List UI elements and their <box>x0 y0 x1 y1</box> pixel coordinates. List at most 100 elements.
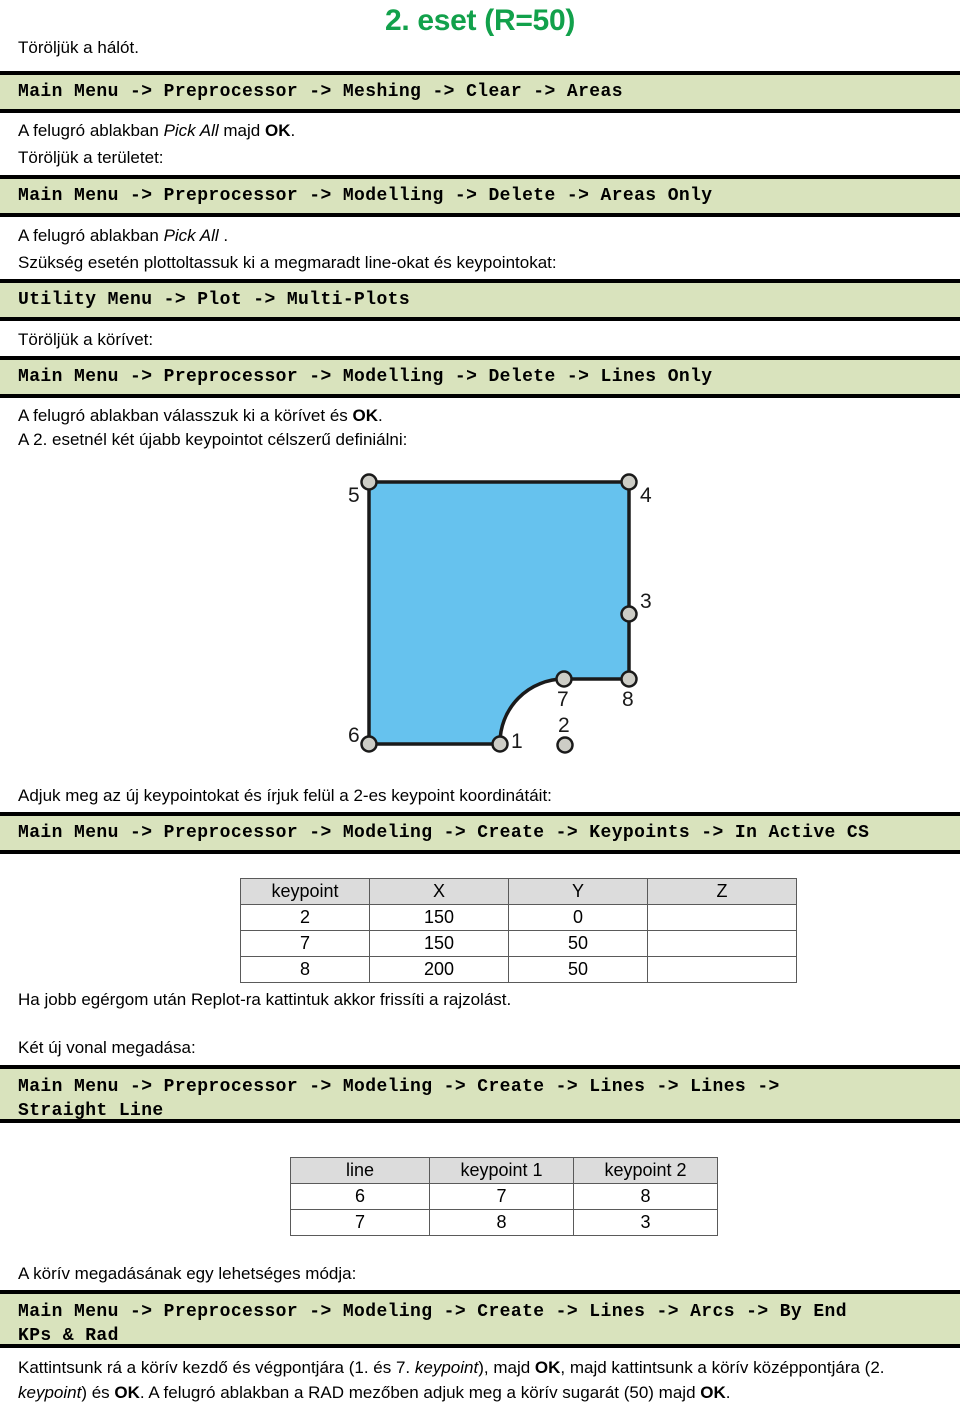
geometry-svg: 1 2 3 4 5 6 7 8 <box>348 473 652 754</box>
keypoint-5 <box>360 473 378 491</box>
keypoint-table-header-y: Y <box>508 878 648 905</box>
text-pick-all-ok-part1: A felugró ablakban <box>18 121 164 140</box>
page-title: 2. eset (R=50) <box>384 4 576 37</box>
text-pick-all-ok-em: Pick All <box>163 121 219 140</box>
command-path-clear-areas: Main Menu -> Preprocessor -> Meshing -> … <box>0 71 960 113</box>
command-path-create-arcs-text-line1: Main Menu -> Preprocessor -> Modeling ->… <box>18 1302 847 1322</box>
keypoint-table-cell: 8 <box>240 956 370 983</box>
command-path-create-arcs-text-line2: KPs & Rad <box>18 1326 119 1346</box>
text-select-arc-strong: OK <box>352 406 379 425</box>
text-select-arc-ok: A felugró ablakban válasszuk ki a köríve… <box>18 404 383 427</box>
table-row: 2 150 0 <box>240 904 797 931</box>
command-path-delete-areas-only: Main Menu -> Preprocessor -> Modelling -… <box>0 175 960 217</box>
keypoint-table-header-z: Z <box>647 878 797 905</box>
keypoint-label-7: 7 <box>557 688 569 711</box>
command-path-multi-plots: Utility Menu -> Plot -> Multi-Plots <box>0 279 960 321</box>
text-pick-all-ok-strong: OK <box>264 121 291 140</box>
keypoint-label-1: 1 <box>511 730 523 753</box>
table-row: 7 8 3 <box>290 1209 718 1236</box>
keypoint-3 <box>620 605 638 623</box>
keypoint-table-cell <box>647 956 797 983</box>
keypoint-8 <box>620 670 638 688</box>
keypoint-1 <box>491 735 509 753</box>
command-path-delete-areas-only-text: Main Menu -> Preprocessor -> Modelling -… <box>18 186 713 206</box>
text-arc-instructions-part4: ) és <box>81 1383 115 1402</box>
text-arc-instructions: Kattintsunk rá a körív kezdő és végpontj… <box>18 1355 944 1405</box>
line-table-cell: 6 <box>290 1183 430 1210</box>
command-path-delete-lines-only: Main Menu -> Preprocessor -> Modelling -… <box>0 356 960 398</box>
keypoint-table-cell: 7 <box>240 930 370 957</box>
line-table-header-keypoint1: keypoint 1 <box>429 1157 574 1184</box>
command-path-multi-plots-text: Utility Menu -> Plot -> Multi-Plots <box>18 290 411 310</box>
text-delete-arc: Töröljük a körívet: <box>18 330 154 349</box>
line-table-cell: 7 <box>429 1183 574 1210</box>
geometry-figure: 1 2 3 4 5 6 7 8 <box>300 460 700 780</box>
command-path-create-keypoints-text: Main Menu -> Preprocessor -> Modeling ->… <box>18 823 870 843</box>
keypoint-table-header-keypoint: keypoint <box>240 878 370 905</box>
text-pick-all-ok-part2: majd <box>218 121 265 140</box>
keypoint-table-cell <box>647 904 797 931</box>
keypoint-label-5: 5 <box>348 484 360 507</box>
text-two-new-lines: Két új vonal megadása: <box>18 1038 196 1057</box>
keypoint-label-2: 2 <box>558 714 570 737</box>
text-pick-all-part1: A felugró ablakban <box>18 226 164 245</box>
text-arc-instructions-part6: . <box>725 1383 731 1402</box>
command-path-delete-lines-only-text: Main Menu -> Preprocessor -> Modelling -… <box>18 367 713 387</box>
line-table-header-line: line <box>290 1157 430 1184</box>
keypoint-7 <box>555 670 573 688</box>
keypoint-4 <box>620 473 638 491</box>
text-arc-instructions-part2: ), majd <box>478 1358 535 1377</box>
text-arc-instructions-strong2: OK <box>114 1383 140 1402</box>
line-table-cell: 7 <box>290 1209 430 1236</box>
command-path-create-lines: Main Menu -> Preprocessor -> Modeling ->… <box>0 1065 960 1123</box>
keypoint-table-cell: 200 <box>369 956 509 983</box>
keypoint-label-8: 8 <box>622 688 634 711</box>
line-table-cell: 3 <box>573 1209 718 1236</box>
keypoint-table-cell: 150 <box>369 930 509 957</box>
table-row: 7 150 50 <box>240 930 797 957</box>
text-add-keypoints: Adjuk meg az új keypointokat és írjuk fe… <box>18 786 552 805</box>
text-select-arc-part1: A felugró ablakban válasszuk ki a köríve… <box>18 406 353 425</box>
text-clear-mesh: Töröljük a hálót. <box>18 38 139 57</box>
keypoint-table-header-x: X <box>369 878 509 905</box>
line-table: line keypoint 1 keypoint 2 6 7 8 7 8 3 <box>290 1157 718 1236</box>
text-select-arc-part2: . <box>378 406 383 425</box>
text-arc-instructions-strong3: OK <box>700 1383 726 1402</box>
text-delete-area: Töröljük a területet: <box>18 148 164 167</box>
keypoint-label-3: 3 <box>640 590 652 613</box>
text-arc-instructions-part1: Kattintsunk rá a körív kezdő és végpontj… <box>18 1358 415 1377</box>
text-pick-all-ok: A felugró ablakban Pick All majd OK. <box>18 119 295 142</box>
line-table-cell: 8 <box>573 1183 718 1210</box>
text-replot-hint: Ha jobb egérgom után Replot-ra kattintuk… <box>18 990 512 1009</box>
text-arc-instructions-em2: keypoint <box>18 1383 82 1402</box>
command-path-create-arcs: Main Menu -> Preprocessor -> Modeling ->… <box>0 1290 960 1348</box>
keypoint-table-cell <box>647 930 797 957</box>
command-path-create-keypoints: Main Menu -> Preprocessor -> Modeling ->… <box>0 812 960 854</box>
text-arc-method: A körív megadásának egy lehetséges módja… <box>18 1264 357 1283</box>
line-table-cell: 8 <box>429 1209 574 1236</box>
text-two-new-keypoints: A 2. esetnél két újabb keypointot célsze… <box>18 430 408 449</box>
keypoint-6 <box>360 735 378 753</box>
text-arc-instructions-part3: , majd kattintsunk a körív középpontjára… <box>560 1358 885 1377</box>
table-row: 8 200 50 <box>240 956 797 983</box>
command-path-create-lines-text-line1: Main Menu -> Preprocessor -> Modeling ->… <box>18 1077 780 1097</box>
text-arc-instructions-em1: keypoint <box>414 1358 479 1377</box>
keypoint-table-cell: 0 <box>508 904 648 931</box>
text-pick-all-part2: . <box>218 226 229 245</box>
text-arc-instructions-part5: . A felugró ablakban a RAD mezőben adjuk… <box>139 1383 701 1402</box>
keypoint-label-4: 4 <box>640 484 652 507</box>
text-pick-all-ok-part3: . <box>290 121 296 140</box>
document-page: 2. eset (R=50) Töröljük a hálót. Main Me… <box>0 0 960 1412</box>
keypoint-table-cell: 150 <box>369 904 509 931</box>
text-replot-lines-keypoints: Szükség esetén plottoltassuk ki a megmar… <box>18 253 557 272</box>
text-pick-all-em: Pick All <box>163 226 219 245</box>
line-table-header-keypoint2: keypoint 2 <box>573 1157 718 1184</box>
keypoint-table-cell: 50 <box>508 930 648 957</box>
area-fill <box>369 482 629 744</box>
keypoint-label-6: 6 <box>348 724 360 747</box>
keypoint-2 <box>556 736 574 754</box>
text-arc-instructions-strong1: OK <box>534 1358 561 1377</box>
keypoint-table-header-row: keypoint X Y Z <box>240 878 797 905</box>
keypoint-table-cell: 2 <box>240 904 370 931</box>
keypoint-table: keypoint X Y Z 2 150 0 7 150 50 8 200 50 <box>240 878 797 983</box>
